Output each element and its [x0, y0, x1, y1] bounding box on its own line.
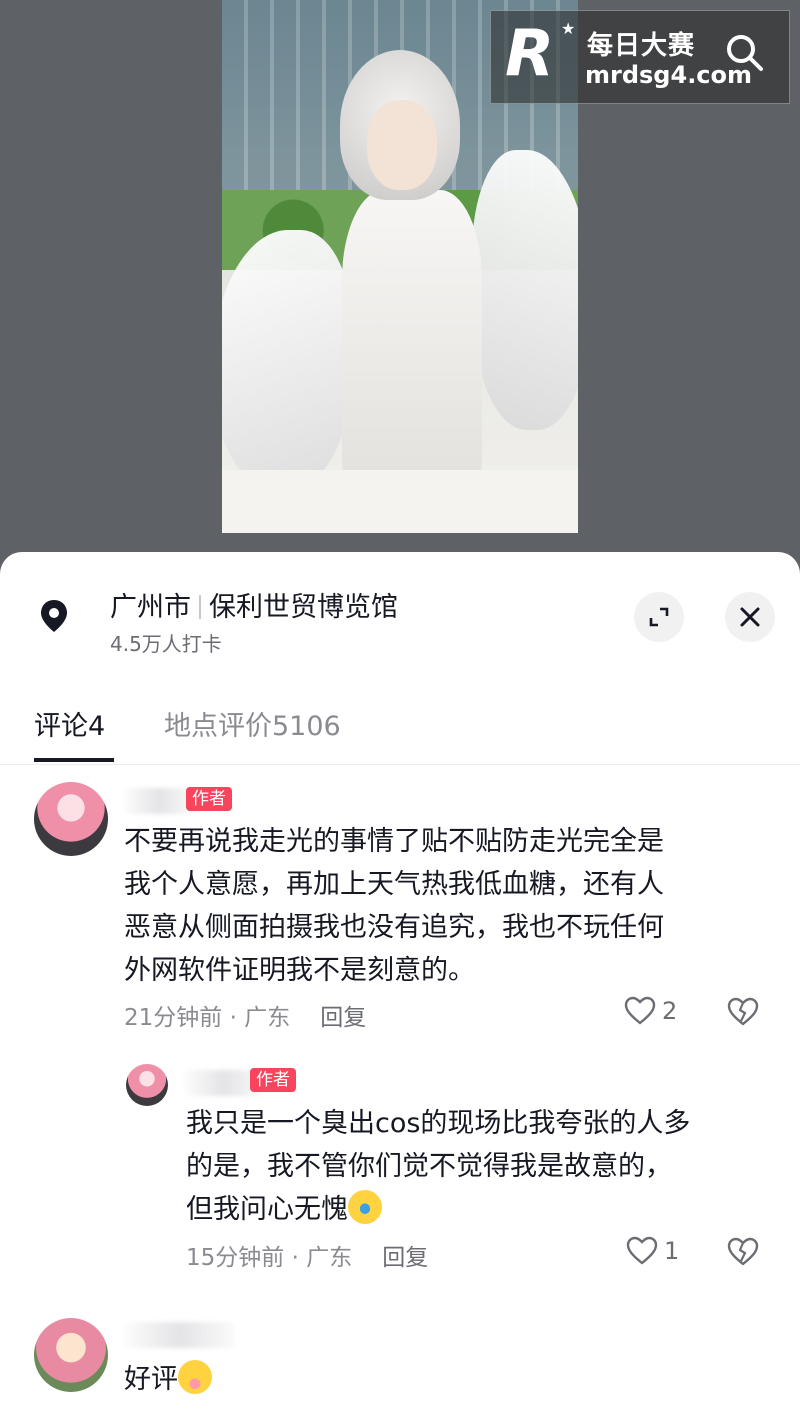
comment-meta: 21分钟前 · 广东 回复 — [124, 998, 366, 1032]
comment-text: 不要再说我走光的事情了贴不贴防走光完全是 我个人意愿，再加上天气热我低血糖，还有… — [124, 820, 664, 992]
avatar[interactable] — [34, 782, 108, 856]
photo-bottom — [222, 470, 578, 533]
location-venue: 保利世贸博览馆 — [209, 592, 398, 623]
active-tab-indicator — [34, 758, 114, 762]
reply-button[interactable]: 回复 — [320, 1005, 366, 1031]
like-count: 1 — [664, 1237, 680, 1265]
comment-line: 恶意从侧面拍摄我也没有追究，我也不玩任何 — [124, 912, 664, 943]
expand-icon — [649, 607, 669, 627]
avatar[interactable] — [34, 1318, 108, 1392]
broken-heart-icon[interactable] — [726, 1237, 760, 1267]
photo-wing-left — [222, 230, 352, 490]
comment-line: 的是，我不管你们觉不觉得我是故意的， — [186, 1151, 672, 1182]
comment-time: 21分钟前 · 广东 — [124, 1005, 291, 1031]
expand-button[interactable] — [634, 592, 684, 642]
comment-line: 我个人意愿，再加上天气热我低血糖，还有人 — [124, 869, 664, 900]
photo-wing-right — [472, 150, 578, 430]
avatar[interactable] — [126, 1064, 168, 1106]
heart-icon — [624, 996, 656, 1025]
comment-meta: 15分钟前 · 广东 回复 — [186, 1238, 428, 1272]
watermark-logo: R — [505, 17, 555, 91]
comment-text: 好评 — [124, 1358, 212, 1401]
watermark-title: 每日大赛 — [587, 31, 696, 61]
comment-line: 但我问心无愧 — [186, 1188, 690, 1231]
comment-line-text: 但我问心无愧 — [186, 1194, 348, 1225]
comment-line: 好评 — [124, 1358, 212, 1401]
search-icon[interactable] — [722, 30, 766, 74]
comment-text: 我只是一个臭出cos的现场比我夸张的人多 的是，我不管你们觉不觉得我是故意的， … — [186, 1102, 690, 1231]
photo-costume — [342, 190, 482, 490]
photo-face — [367, 100, 437, 190]
like-button[interactable]: 2 — [624, 996, 677, 1026]
close-icon — [740, 607, 760, 627]
location-title[interactable]: 广州市 保利世贸博览馆 — [110, 585, 398, 624]
tab-comments[interactable]: 评论4 — [34, 704, 105, 743]
commenter-name[interactable] — [124, 788, 194, 814]
tabs-divider — [0, 764, 800, 765]
author-badge: 作者 — [250, 1068, 296, 1092]
touched-emoji-icon — [178, 1360, 212, 1394]
commenter-name[interactable] — [124, 1322, 234, 1348]
comment-line: 不要再说我走光的事情了贴不贴防走光完全是 — [124, 826, 664, 857]
location-city: 广州市 — [110, 592, 191, 623]
heart-icon — [626, 1236, 658, 1265]
author-badge: 作者 — [186, 787, 232, 811]
location-pin-icon — [41, 600, 67, 632]
comment-line: 外网软件证明我不是刻意的。 — [124, 955, 475, 986]
tab-location-reviews[interactable]: 地点评价5106 — [164, 704, 341, 743]
star-icon: ★ — [561, 19, 576, 38]
crying-emoji-icon — [348, 1190, 382, 1224]
comment-line-text: 好评 — [124, 1364, 178, 1395]
close-button[interactable] — [725, 592, 775, 642]
reply-button[interactable]: 回复 — [382, 1245, 428, 1271]
checkin-count: 4.5万人打卡 — [110, 632, 222, 656]
title-divider — [199, 595, 201, 619]
like-button[interactable]: 1 — [626, 1236, 679, 1266]
broken-heart-icon[interactable] — [726, 997, 760, 1027]
comment-time: 15分钟前 · 广东 — [186, 1245, 353, 1271]
like-count: 2 — [662, 997, 678, 1025]
comment-line: 我只是一个臭出cos的现场比我夸张的人多 — [186, 1108, 691, 1139]
